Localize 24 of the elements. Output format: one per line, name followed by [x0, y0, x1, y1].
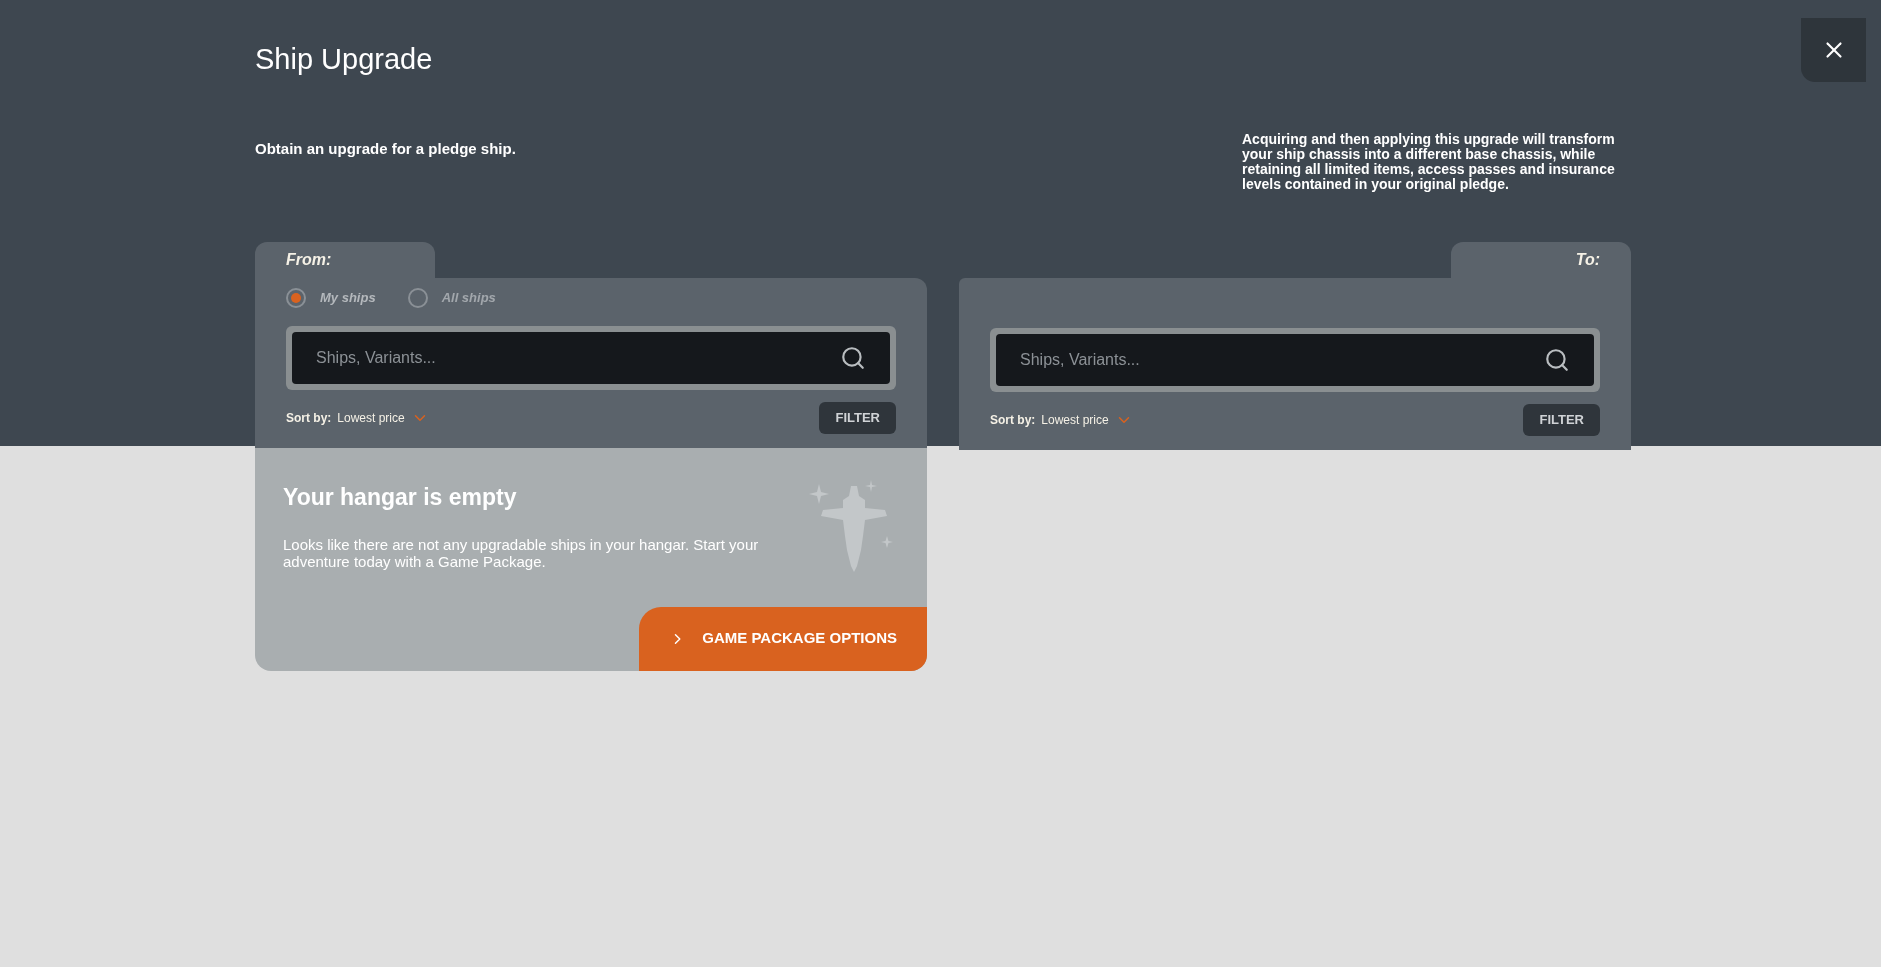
empty-state-title: Your hangar is empty	[283, 482, 518, 512]
sort-value[interactable]: Lowest price	[1041, 410, 1109, 429]
search-icon[interactable]	[1544, 346, 1570, 373]
empty-state-message: Looks like there are not any upgradable ships in your hangar. Start your adventure today with a Game Package.	[283, 536, 760, 570]
radio-button[interactable]	[286, 287, 306, 308]
page-title: Ship Upgrade	[255, 42, 434, 77]
search-icon[interactable]	[840, 344, 866, 371]
sort-label: Sort by:	[286, 409, 332, 427]
panel-tab-label: From:	[286, 249, 332, 270]
radio-button[interactable]	[407, 287, 428, 308]
description: Acquiring and then applying this upgrade will transform your ship chassis into a different base chassis, while retaining all limited items, access passes and insurance levels contained in your original pledge.	[1242, 131, 1616, 194]
filter-button[interactable]: FILTER	[1523, 403, 1600, 436]
panel-tab-label: To:	[1575, 249, 1600, 270]
search-field[interactable]: Ships, Variants...	[292, 331, 890, 384]
close-button[interactable]	[1801, 18, 1866, 82]
radio-label[interactable]: My ships	[320, 287, 376, 308]
game-package-options-button[interactable]: GAME PACKAGE OPTIONS	[639, 606, 927, 671]
search-field[interactable]: Ships, Variants...	[996, 333, 1594, 386]
search-input[interactable]: Ships, Variants...	[316, 345, 840, 370]
filter-button[interactable]: FILTER	[819, 401, 896, 434]
subtitle: Obtain an upgrade for a pledge ship.	[255, 138, 516, 159]
search-input[interactable]: Ships, Variants...	[1020, 347, 1544, 372]
sort-value[interactable]: Lowest price	[337, 408, 405, 427]
sort-label: Sort by:	[990, 411, 1036, 429]
